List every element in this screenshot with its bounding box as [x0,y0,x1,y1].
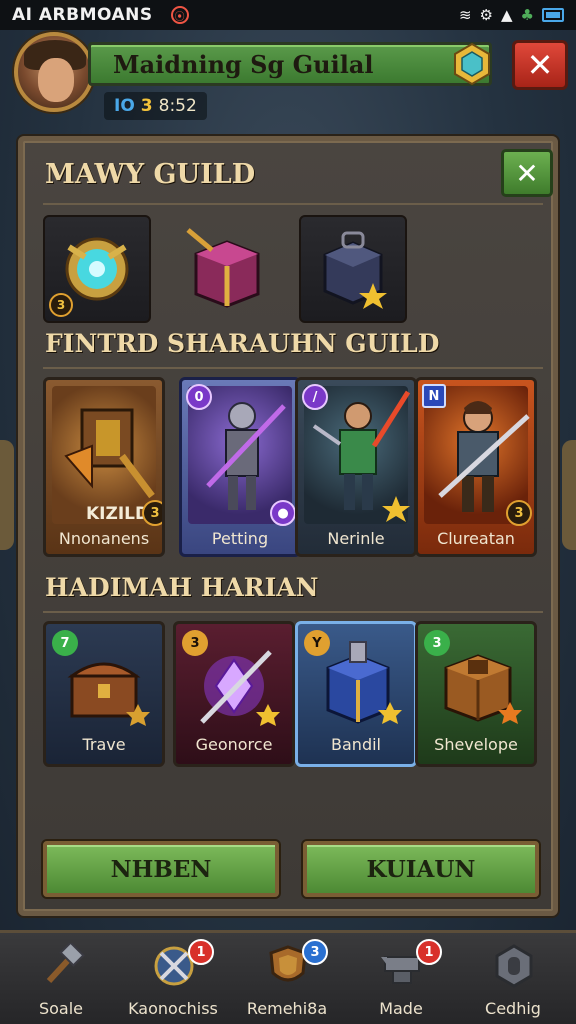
guild-section-title: FINTRD SHARAUHN GUILD [45,329,440,358]
divider [43,611,543,613]
nav-label: Cedhig [485,999,541,1018]
treasure-chest-icon [67,662,150,726]
reward-badge: 3 [182,630,208,656]
reward-badge: 7 [52,630,78,656]
nav-label: Remehi8a [246,999,328,1018]
reward-item[interactable]: Y Bandil [295,621,417,767]
divider [43,203,543,205]
energy-icon: 3 [140,96,153,116]
reward-badge: Y [304,630,330,656]
record-icon: ⦿ [170,6,189,24]
reward-name: Geonorce [195,735,273,754]
right-action-button[interactable]: KUIAUN [303,841,539,897]
hexagon-settings-icon [495,944,533,988]
side-decoration-left [0,440,14,550]
stats-value: 8:52 [158,96,197,116]
guild-panel: MAWY GUILD ✕ 3 FINTRD SHARAUHN GUILD KIZ… [18,136,558,916]
reward-name: Shevelope [434,735,518,754]
nav-item-kaonochiss[interactable]: 1 Kaonochiss [118,939,228,1023]
reward-badge: 3 [424,630,450,656]
hero-badge: 3 [506,500,532,526]
nav-item-made[interactable]: 1 Made [346,939,456,1023]
wooden-crate-icon [444,654,522,724]
notification-badge: 1 [416,939,442,965]
panel-title: MAWY GUILD [45,159,256,190]
tree-icon: ♣ [520,6,534,24]
hero-tag: KIZILD [86,504,150,524]
hero-name: Nnonanens [58,529,150,548]
header-stats: IO 3 8:52 [104,92,207,120]
bottom-nav: Soale 1 Kaonochiss 3 Remehi8a 1 Made Ced… [0,930,576,1024]
signal-icon: ▲ [501,6,513,24]
reward-item[interactable]: 7 Trave [43,621,165,767]
guild-title-bar: Maidning Sg Guilal [88,42,492,86]
avatar[interactable] [14,32,94,112]
hero-class-badge: / [302,384,328,410]
nav-item-remehi[interactable]: 3 Remehi8a [232,939,342,1023]
reward-item[interactable]: 3 Shevelope [415,621,537,767]
nav-label: Soale [38,999,84,1018]
battery-icon [542,8,564,22]
hammer-icon [46,943,85,984]
nav-item-scale[interactable]: Soale [6,939,116,1023]
reward-name: Bandil [331,735,381,754]
item-slot-chest[interactable] [173,215,281,323]
rewards-section-title: HADIMAH HARIAN [45,573,319,602]
hero-name: Nerinle [327,529,385,548]
wifi-icon: ≋ [458,6,472,24]
item-badge: 3 [49,293,73,317]
reward-name: Trave [82,735,126,754]
blue-crate-icon [323,231,387,309]
hero-card[interactable]: N 3 Clureatan [415,377,537,557]
hero-badge: 3 [142,500,162,526]
item-slot-crate[interactable] [299,215,407,323]
close-button[interactable]: ✕ [512,40,568,90]
carrier-label: AI ARBMOANS [12,5,153,25]
blue-crate-reward-icon [326,641,402,724]
hero-badge: 0 [186,384,212,410]
left-action-button[interactable]: NHBEN [43,841,279,897]
guild-title: Maidning Sg Guilal [113,49,374,79]
divider [43,367,543,369]
nav-item-cedhig[interactable]: Cedhig [458,939,568,1023]
crystal-arrow-icon [200,650,280,726]
panel-close-button[interactable]: ✕ [501,149,553,197]
settings-icon: ⚙ [479,6,493,24]
header: Maidning Sg Guilal ✕ IO 3 8:52 [0,30,576,122]
hero-card[interactable]: / Nerinle [295,377,417,557]
nav-label: Kaonochiss [128,999,218,1018]
hero-card[interactable]: KIZILD 3 Nnonanens [43,377,165,557]
purple-chest-icon [186,228,260,308]
reward-item[interactable]: 3 Geonorce [173,621,295,767]
stats-icon: IO [114,96,135,116]
hero-card[interactable]: 0 ● Petting [179,377,301,557]
notification-badge: 3 [302,939,328,965]
item-slot-shield[interactable]: 3 [43,215,151,323]
gem-icon[interactable] [452,42,492,86]
nav-label: Made [379,999,423,1018]
hero-name: Clureatan [437,529,515,548]
side-decoration-right [562,440,576,550]
notification-badge: 1 [188,939,214,965]
hero-level-badge: ● [270,500,296,526]
status-icons: ≋ ⚙ ▲ ♣ [459,6,564,24]
hero-class-badge: N [422,384,446,408]
status-bar: AI ARBMOANS ⦿ ≋ ⚙ ▲ ♣ [0,0,576,30]
hero-name: Petting [211,529,269,548]
